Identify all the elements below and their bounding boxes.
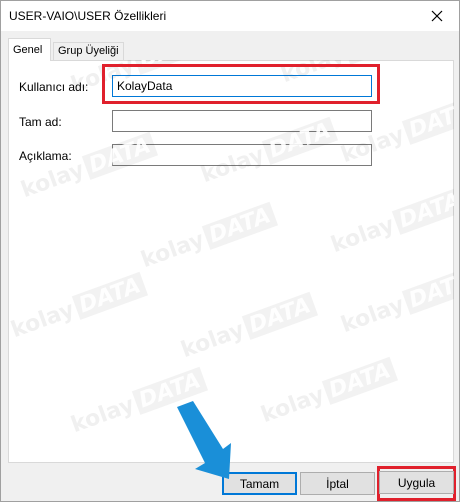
ok-button[interactable]: Tamam [222, 472, 297, 495]
close-icon [431, 10, 443, 22]
properties-dialog: USER-VAIO\USER Özellikleri Genel Grup Üy… [0, 0, 460, 502]
description-input[interactable] [112, 144, 372, 166]
description-label: Açıklama: [19, 149, 72, 163]
title-bar[interactable]: USER-VAIO\USER Özellikleri [1, 1, 459, 31]
window-title: USER-VAIO\USER Özellikleri [9, 9, 167, 23]
fullname-input[interactable] [112, 110, 372, 132]
username-label: Kullanıcı adı: [19, 80, 89, 94]
tab-grup-uyeligi[interactable]: Grup Üyeliği [53, 42, 124, 60]
username-input[interactable] [112, 75, 372, 97]
tab-genel[interactable]: Genel [8, 38, 51, 61]
fullname-label: Tam ad: [19, 115, 62, 129]
cancel-button[interactable]: İptal [300, 472, 375, 495]
general-tab-panel: Kullanıcı adı: Tam ad: Açıklama: [8, 60, 454, 463]
apply-button[interactable]: Uygula [379, 471, 454, 494]
close-button[interactable] [415, 1, 459, 31]
